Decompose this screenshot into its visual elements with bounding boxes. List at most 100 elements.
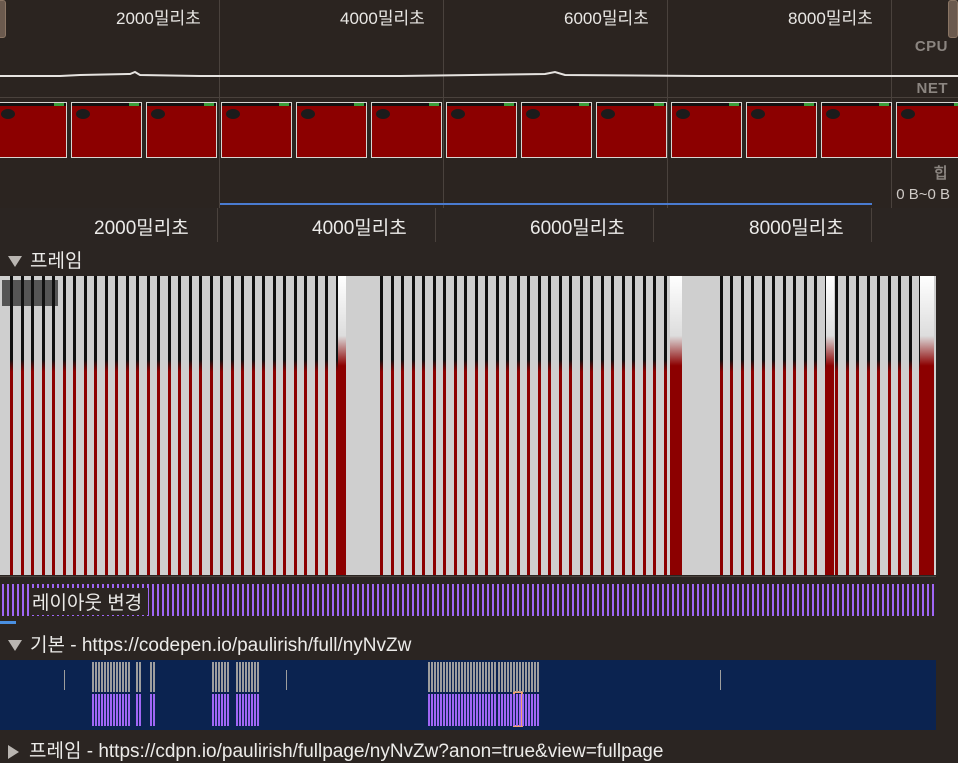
layout-shift-marker[interactable] bbox=[17, 584, 19, 616]
layout-shift-marker[interactable] bbox=[762, 584, 764, 616]
collapse-triangle-icon[interactable] bbox=[8, 256, 22, 268]
layout-shift-marker[interactable] bbox=[787, 584, 789, 616]
layout-shift-marker[interactable] bbox=[227, 584, 229, 616]
layout-shift-marker[interactable] bbox=[772, 584, 774, 616]
rendering-event[interactable] bbox=[254, 694, 256, 726]
layout-shift-marker[interactable] bbox=[782, 584, 784, 616]
frame-bar[interactable] bbox=[105, 276, 108, 575]
task-event[interactable] bbox=[122, 662, 124, 692]
layout-shift-marker[interactable] bbox=[807, 584, 809, 616]
task-event[interactable] bbox=[507, 662, 509, 692]
frame-bar[interactable] bbox=[814, 276, 817, 575]
layout-shift-marker[interactable] bbox=[802, 584, 804, 616]
frame-bar[interactable] bbox=[168, 276, 171, 575]
rendering-event[interactable] bbox=[215, 694, 217, 726]
task-event[interactable] bbox=[248, 662, 250, 692]
layout-shift-marker[interactable] bbox=[337, 584, 339, 616]
overview-window-left-handle[interactable] bbox=[0, 0, 6, 38]
layout-shift-marker[interactable] bbox=[512, 584, 514, 616]
task-event[interactable] bbox=[534, 662, 536, 692]
layout-shift-marker[interactable] bbox=[922, 584, 924, 616]
task-event[interactable] bbox=[525, 662, 527, 692]
layout-shift-marker[interactable] bbox=[287, 584, 289, 616]
frame-bar[interactable] bbox=[517, 276, 520, 575]
task-event[interactable] bbox=[257, 662, 259, 692]
layout-shift-marker[interactable] bbox=[217, 584, 219, 616]
layout-shift-marker[interactable] bbox=[712, 584, 714, 616]
task-event[interactable] bbox=[104, 662, 106, 692]
layout-shift-marker[interactable] bbox=[767, 584, 769, 616]
layout-shift-marker[interactable] bbox=[477, 584, 479, 616]
rendering-event[interactable] bbox=[116, 694, 118, 726]
layout-shift-marker[interactable] bbox=[792, 584, 794, 616]
frame-bar[interactable] bbox=[632, 276, 635, 575]
rendering-event[interactable] bbox=[455, 694, 457, 726]
layout-shift-marker[interactable] bbox=[777, 584, 779, 616]
layout-shift-marker[interactable] bbox=[662, 584, 664, 616]
layout-shift-marker[interactable] bbox=[222, 584, 224, 616]
frame-bar[interactable] bbox=[262, 276, 265, 575]
filmstrip-screenshot[interactable] bbox=[671, 102, 742, 158]
rendering-event[interactable] bbox=[101, 694, 103, 726]
layout-shift-marker[interactable] bbox=[847, 584, 849, 616]
rendering-event[interactable] bbox=[507, 694, 509, 726]
layout-shift-marker[interactable] bbox=[167, 584, 169, 616]
layout-shift-marker[interactable] bbox=[892, 584, 894, 616]
layout-shift-marker[interactable] bbox=[377, 584, 379, 616]
frame-bar[interactable] bbox=[52, 276, 55, 575]
layout-shift-marker[interactable] bbox=[397, 584, 399, 616]
rendering-event[interactable] bbox=[449, 694, 451, 726]
rendering-event[interactable] bbox=[110, 694, 112, 726]
layout-shift-marker[interactable] bbox=[642, 584, 644, 616]
layout-shift-marker[interactable] bbox=[437, 584, 439, 616]
filmstrip-screenshot[interactable] bbox=[746, 102, 817, 158]
task-event[interactable] bbox=[428, 662, 430, 692]
rendering-event[interactable] bbox=[221, 694, 223, 726]
frame-bar[interactable] bbox=[793, 276, 796, 575]
rendering-event[interactable] bbox=[519, 694, 521, 726]
task-event[interactable] bbox=[479, 662, 481, 692]
frame-bar[interactable] bbox=[115, 276, 118, 575]
layout-shift-marker[interactable] bbox=[812, 584, 814, 616]
layout-shift-marker[interactable] bbox=[882, 584, 884, 616]
frame-bar[interactable] bbox=[877, 276, 880, 575]
task-event[interactable] bbox=[513, 662, 515, 692]
rendering-event[interactable] bbox=[498, 694, 500, 726]
frame-bar[interactable] bbox=[898, 276, 901, 575]
filmstrip-screenshot[interactable] bbox=[0, 102, 67, 158]
task-event[interactable] bbox=[528, 662, 530, 692]
layout-shift-marker[interactable] bbox=[682, 584, 684, 616]
frame-bar[interactable] bbox=[157, 276, 160, 575]
task-event[interactable] bbox=[519, 662, 521, 692]
task-event[interactable] bbox=[440, 662, 442, 692]
frame-bar[interactable] bbox=[338, 276, 346, 575]
task-event[interactable] bbox=[522, 662, 524, 692]
frame-bar[interactable] bbox=[220, 276, 223, 575]
task-event[interactable] bbox=[254, 662, 256, 692]
frame-bar[interactable] bbox=[751, 276, 754, 575]
layout-shift-marker[interactable] bbox=[252, 584, 254, 616]
rendering-event[interactable] bbox=[104, 694, 106, 726]
layout-shift-marker[interactable] bbox=[422, 584, 424, 616]
layout-shift-marker[interactable] bbox=[902, 584, 904, 616]
layout-shift-marker[interactable] bbox=[267, 584, 269, 616]
layout-shift-marker[interactable] bbox=[887, 584, 889, 616]
layout-shift-marker[interactable] bbox=[172, 584, 174, 616]
filmstrip-screenshot[interactable] bbox=[896, 102, 958, 158]
task-event[interactable] bbox=[64, 670, 65, 690]
layout-shift-marker[interactable] bbox=[687, 584, 689, 616]
task-event[interactable] bbox=[437, 662, 439, 692]
main-thread-track[interactable] bbox=[0, 660, 936, 730]
task-event[interactable] bbox=[720, 670, 721, 690]
frame-bar[interactable] bbox=[569, 276, 572, 575]
task-event[interactable] bbox=[494, 662, 496, 692]
frame-bar[interactable] bbox=[590, 276, 593, 575]
rendering-event[interactable] bbox=[245, 694, 247, 726]
layout-shift-marker[interactable] bbox=[317, 584, 319, 616]
frame-bar[interactable] bbox=[433, 276, 436, 575]
task-event[interactable] bbox=[107, 662, 109, 692]
layout-shift-marker[interactable] bbox=[362, 584, 364, 616]
rendering-event[interactable] bbox=[212, 694, 214, 726]
filmstrip-screenshot[interactable] bbox=[371, 102, 442, 158]
layout-shift-marker[interactable] bbox=[487, 584, 489, 616]
